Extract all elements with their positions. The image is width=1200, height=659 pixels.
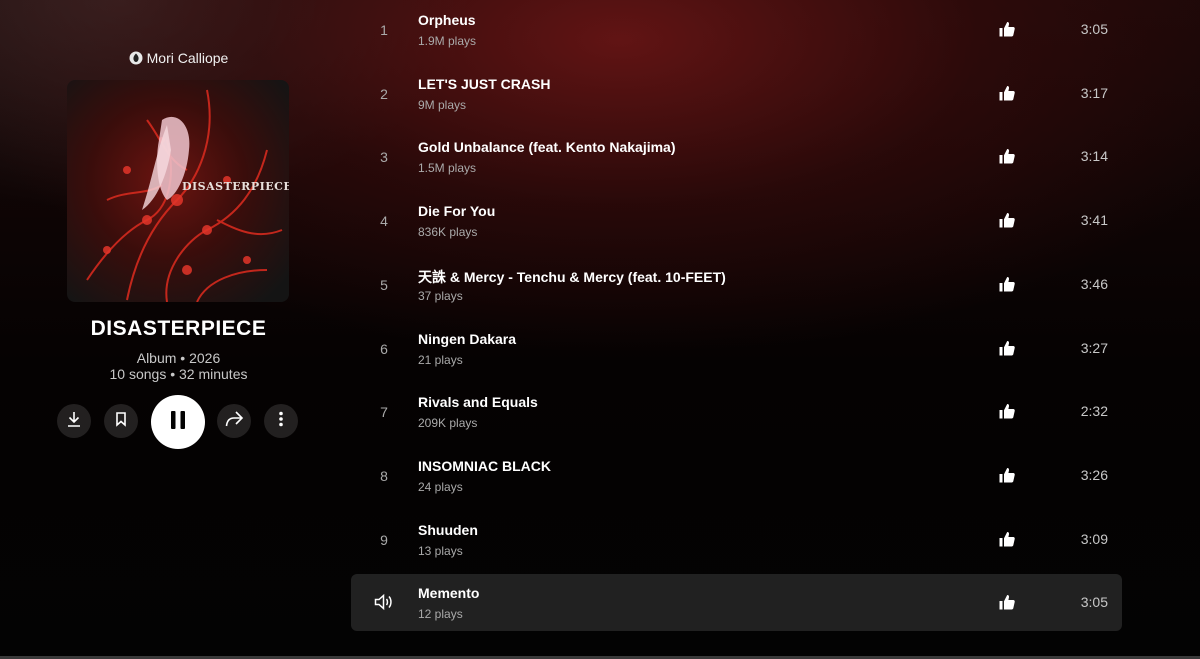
like-icon[interactable] bbox=[998, 339, 1016, 362]
save-to-library-button[interactable] bbox=[104, 404, 138, 438]
track-row[interactable]: 3 Gold Unbalance (feat. Kento Nakajima) 1.… bbox=[351, 128, 1122, 185]
download-button[interactable] bbox=[57, 404, 91, 438]
pause-button[interactable] bbox=[151, 395, 205, 449]
like-icon[interactable] bbox=[998, 20, 1016, 43]
track-title[interactable]: Shuuden bbox=[418, 522, 478, 538]
track-number: 2 bbox=[380, 85, 388, 102]
track-duration: 2:32 bbox=[1080, 403, 1108, 420]
track-row[interactable]: 6 Ningen Dakara 21 plays 3:27 bbox=[351, 320, 1122, 377]
track-title[interactable]: Orpheus bbox=[418, 12, 476, 28]
share-icon bbox=[224, 410, 244, 433]
artist-name: Mori Calliope bbox=[146, 50, 229, 66]
track-row[interactable]: 7 Rivals and Equals 209K plays 2:32 bbox=[351, 383, 1122, 440]
track-number: 7 bbox=[380, 404, 388, 421]
like-icon[interactable] bbox=[998, 147, 1016, 170]
track-title[interactable]: Ningen Dakara bbox=[418, 331, 516, 347]
track-plays: 21 plays bbox=[418, 352, 463, 367]
track-duration: 3:46 bbox=[1080, 275, 1108, 292]
download-icon bbox=[65, 410, 83, 433]
like-icon[interactable] bbox=[998, 275, 1016, 298]
album-cover: DISASTERPIECE bbox=[67, 80, 289, 302]
track-title[interactable]: 天誅 & Mercy - Tenchu & Mercy (feat. 10-FE… bbox=[418, 267, 726, 287]
track-row[interactable]: 8 INSOMNIAC BLACK 24 plays 3:26 bbox=[351, 447, 1122, 504]
track-duration: 3:09 bbox=[1080, 530, 1108, 547]
pause-icon bbox=[168, 409, 188, 436]
track-row[interactable]: 9 Shuuden 13 plays 3:09 bbox=[351, 511, 1122, 568]
track-duration: 3:27 bbox=[1080, 339, 1108, 356]
track-row[interactable]: 1 Orpheus 1.9M plays 3:05 bbox=[351, 1, 1122, 58]
track-row[interactable]: Memento 12 plays 3:05 bbox=[351, 574, 1122, 632]
album-header: Mori Calliope DISASTERPIECE DISASTERPIEC… bbox=[0, 0, 357, 659]
track-row[interactable]: 2 LET'S JUST CRASH 9M plays 3:17 bbox=[351, 65, 1122, 122]
track-number: 1 bbox=[380, 22, 388, 38]
like-icon[interactable] bbox=[998, 530, 1016, 553]
track-title[interactable]: Memento bbox=[418, 585, 479, 601]
track-title[interactable]: Rivals and Equals bbox=[418, 394, 538, 410]
album-title: DISASTERPIECE bbox=[90, 317, 267, 340]
track-row[interactable]: 4 Die For You 836K plays 3:41 bbox=[351, 192, 1122, 249]
track-duration: 3:41 bbox=[1080, 212, 1108, 229]
like-icon[interactable] bbox=[998, 84, 1016, 107]
track-duration: 3:17 bbox=[1080, 84, 1108, 101]
like-icon[interactable] bbox=[998, 466, 1016, 489]
track-number: 8 bbox=[380, 467, 388, 484]
artist-mic-icon bbox=[129, 51, 143, 65]
track-number: 9 bbox=[380, 531, 388, 548]
track-plays: 1.9M plays bbox=[418, 34, 477, 48]
track-title[interactable]: LET'S JUST CRASH bbox=[418, 76, 550, 92]
track-plays: 12 plays bbox=[418, 607, 463, 622]
track-number: 4 bbox=[380, 213, 388, 230]
track-duration: 3:14 bbox=[1080, 148, 1108, 165]
album-type-year: Album • 2026 bbox=[136, 350, 221, 366]
track-number: 3 bbox=[380, 149, 388, 166]
album-summary: 10 songs • 32 minutes bbox=[109, 366, 248, 382]
track-duration: 3:05 bbox=[1080, 594, 1108, 611]
like-icon[interactable] bbox=[998, 593, 1016, 616]
track-number: 6 bbox=[380, 340, 388, 357]
bookmark-icon bbox=[113, 411, 129, 432]
more-vertical-icon bbox=[278, 411, 284, 432]
track-plays: 37 plays bbox=[418, 288, 463, 303]
like-icon[interactable] bbox=[998, 211, 1016, 234]
track-number: 5 bbox=[380, 276, 388, 293]
more-options-button[interactable] bbox=[264, 404, 298, 438]
cover-album-text: DISASTERPIECE bbox=[182, 180, 289, 193]
now-playing-speaker-icon[interactable] bbox=[373, 592, 393, 617]
like-icon[interactable] bbox=[998, 402, 1016, 425]
artist-link[interactable]: Mori Calliope bbox=[0, 50, 357, 66]
track-title[interactable]: INSOMNIAC BLACK bbox=[418, 458, 551, 474]
track-plays: 24 plays bbox=[418, 479, 463, 494]
track-plays: 209K plays bbox=[418, 416, 478, 431]
track-plays: 836K plays bbox=[418, 225, 478, 240]
track-title[interactable]: Gold Unbalance (feat. Kento Nakajima) bbox=[418, 139, 676, 155]
track-plays: 13 plays bbox=[418, 543, 463, 558]
track-plays: 9M plays bbox=[418, 97, 467, 112]
track-duration: 3:26 bbox=[1080, 466, 1108, 483]
track-row[interactable]: 5 天誅 & Mercy - Tenchu & Mercy (feat. 10-F… bbox=[351, 256, 1122, 313]
track-plays: 1.5M plays bbox=[418, 161, 477, 176]
share-button[interactable] bbox=[217, 404, 251, 438]
track-duration: 3:05 bbox=[1080, 21, 1108, 37]
track-title[interactable]: Die For You bbox=[418, 203, 495, 219]
